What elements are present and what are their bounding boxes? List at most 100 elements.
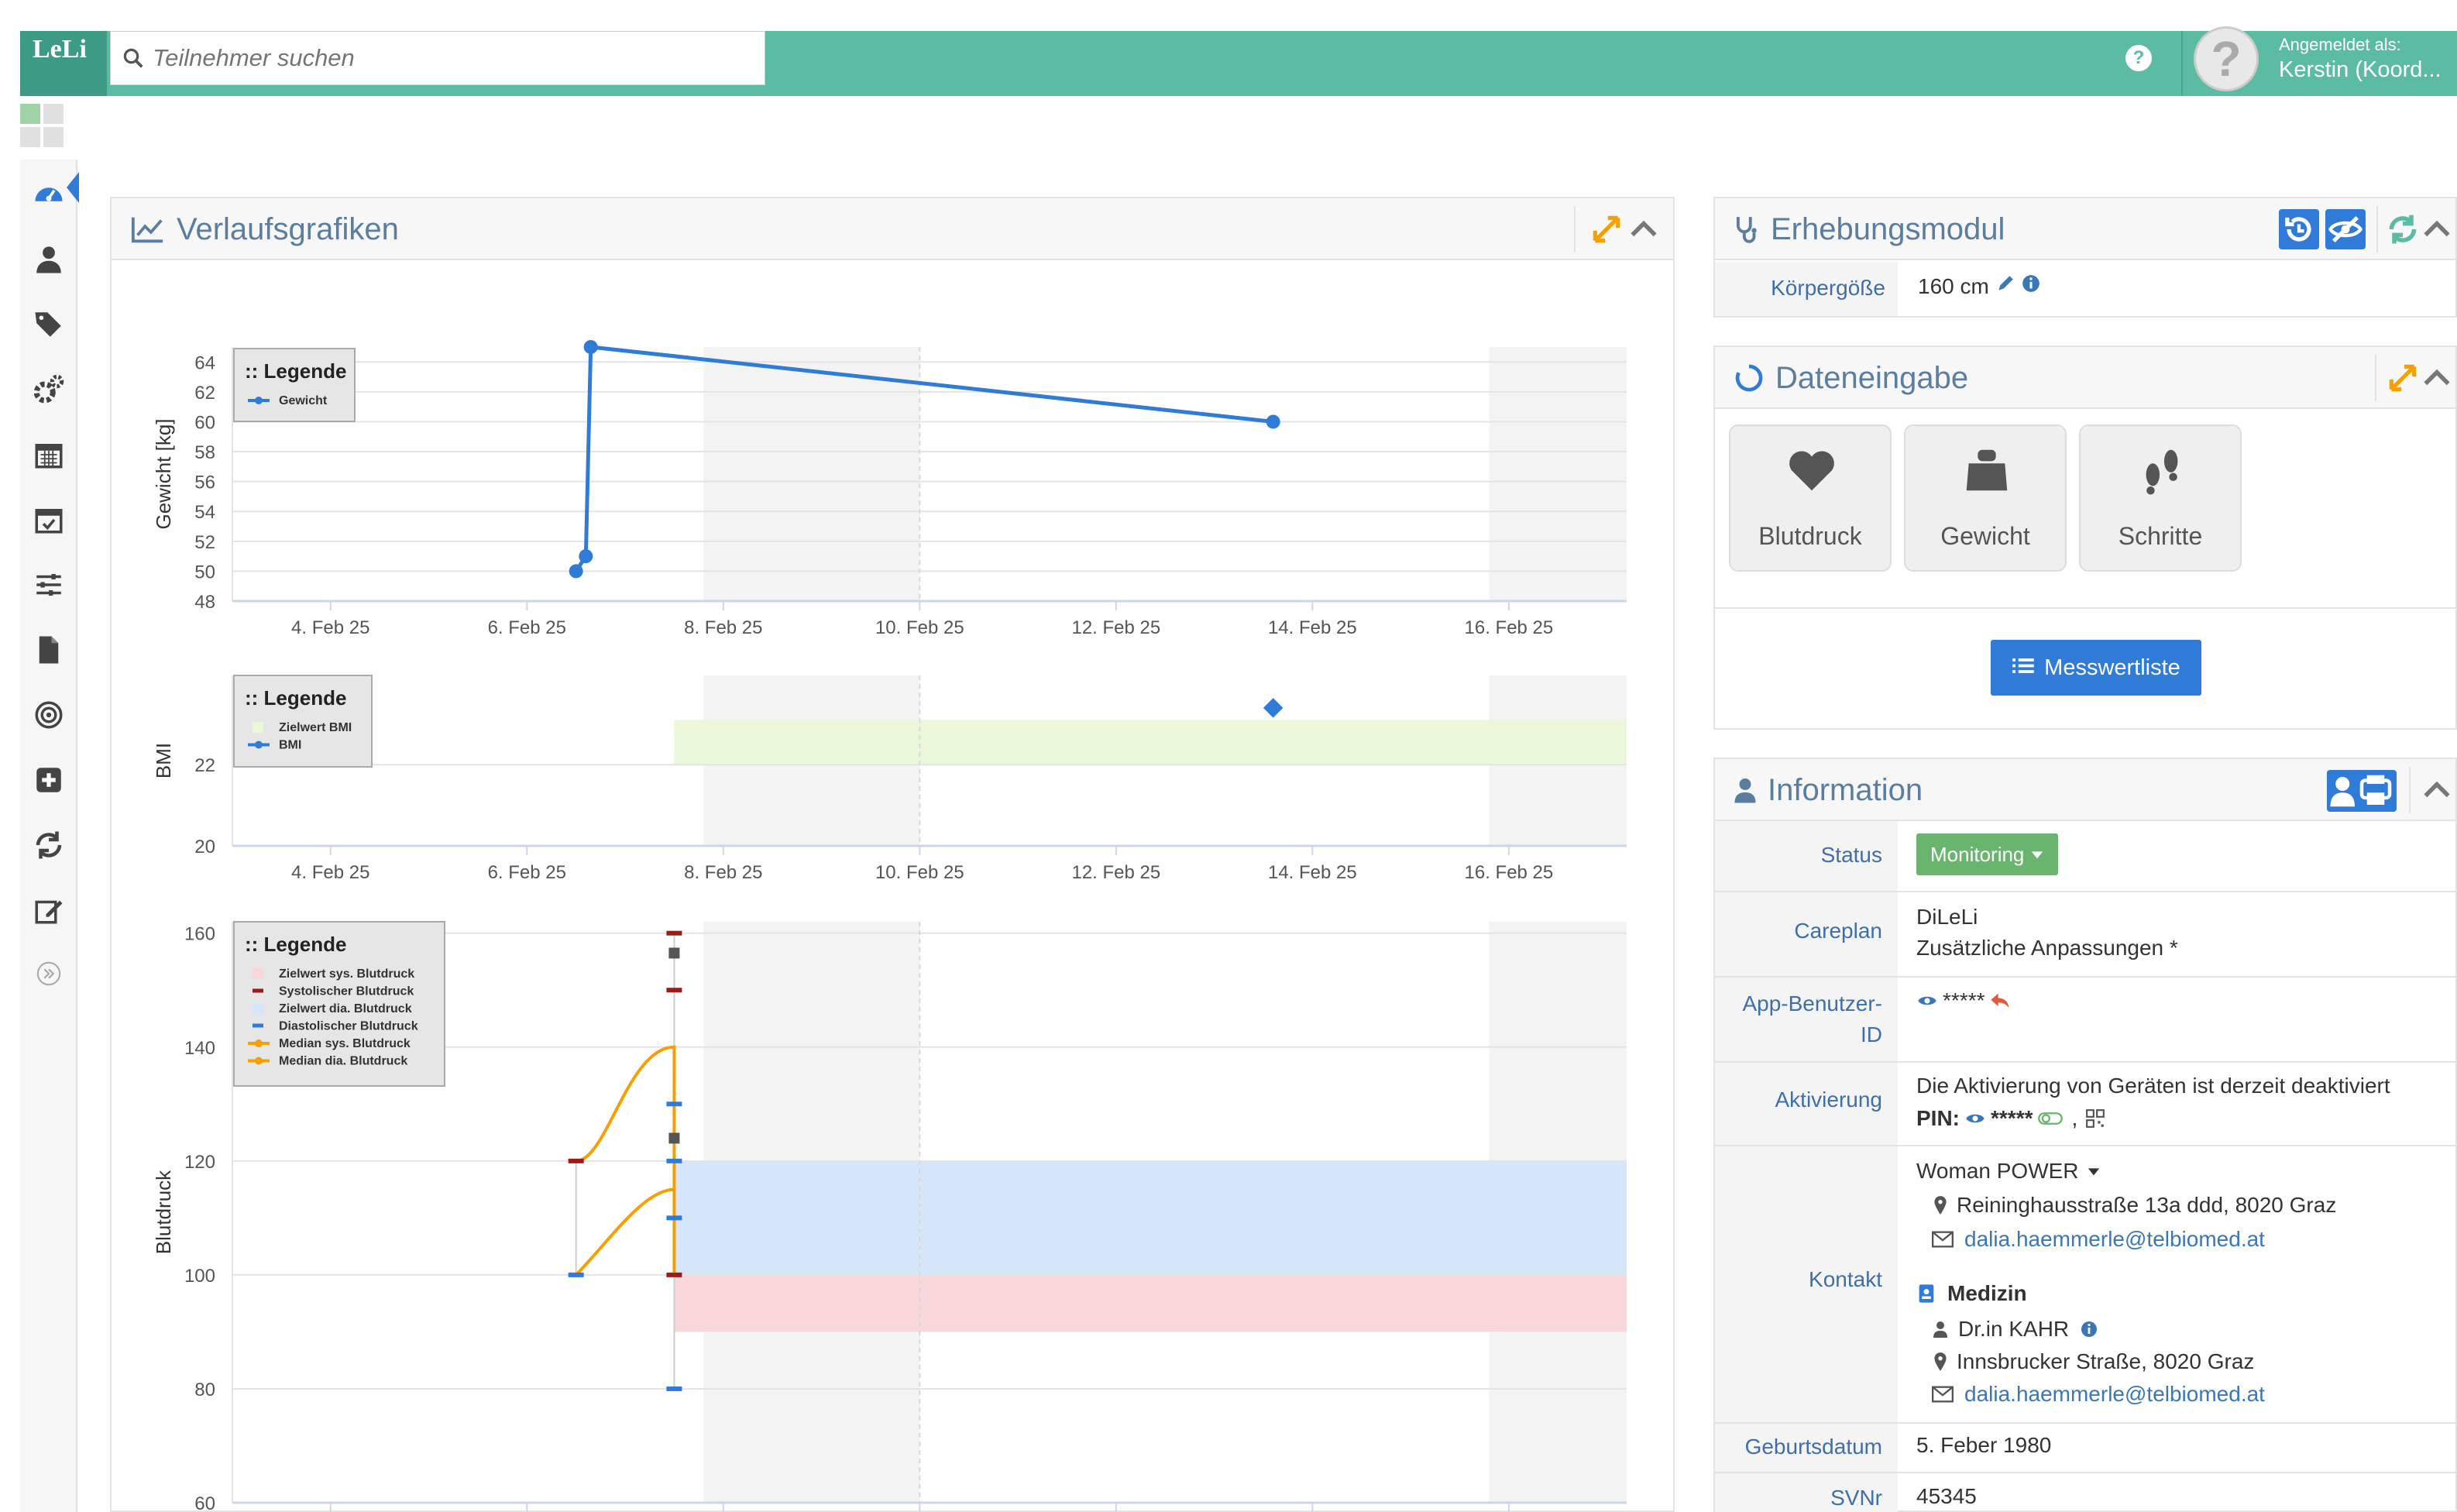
bp-legend-label: Diastolischer Blutdruck [279, 1020, 418, 1033]
gewicht-button[interactable]: Gewicht [1904, 424, 2067, 572]
systolic-marker [666, 1272, 682, 1277]
y-axis-label: BMI [152, 743, 175, 778]
bp-legend-symbol [253, 1003, 263, 1014]
careplan-value-2: Zusätzliche Anpassungen * [1916, 936, 2178, 960]
list-icon [2012, 658, 2034, 673]
messwertliste-label: Messwertliste [2044, 655, 2180, 680]
schritte-label: Schritte [2118, 522, 2203, 550]
qrcode-icon[interactable] [2085, 1108, 2105, 1129]
app-id-value: ***** [1916, 985, 2011, 1016]
print-button[interactable] [2327, 770, 2397, 812]
med-address: Innsbrucker Straße, 8020 Graz [1932, 1346, 2254, 1377]
koerper-label: Körpergöße [1771, 276, 1885, 300]
y-tick-label: 160 [184, 924, 215, 945]
y-tick-label: 100 [184, 1266, 215, 1287]
x-tick-label: 6. Feb 25 [488, 617, 566, 638]
user-icon [1734, 778, 1756, 803]
kontakt-label: Kontakt [1809, 1267, 1882, 1291]
dateneingabe-title-text: Dateneingabe [1775, 360, 1969, 395]
diastolic-marker [666, 1101, 682, 1107]
med-name-text: Dr.in KAHR [1958, 1317, 2070, 1341]
pin-masked: ***** [1991, 1106, 2033, 1130]
stethoscope-icon [1737, 217, 1757, 243]
messwertliste-button[interactable]: Messwertliste [1991, 640, 2201, 696]
information-title: Information [1734, 759, 1923, 821]
eye-icon[interactable] [1916, 990, 1938, 1012]
kontakt-address-text: Reininghausstraße 13a ddd, 8020 Graz [1957, 1193, 2337, 1217]
erhebung-header: Erhebungsmodul [1715, 198, 2455, 260]
x-tick-label: 4. Feb 25 [291, 617, 369, 638]
pencil-icon[interactable] [1995, 273, 2015, 294]
diastolic-marker [666, 1158, 682, 1163]
weight-legend-label: Gewicht [279, 394, 328, 407]
row-divider [1713, 1061, 2457, 1063]
weight-point [579, 549, 593, 564]
map-marker-icon [1934, 1196, 1947, 1215]
y-tick-label: 52 [194, 532, 215, 553]
svnr-label: SVNr [1830, 1486, 1882, 1510]
y-tick-label: 22 [194, 755, 215, 776]
app-id-masked: ***** [1943, 988, 1985, 1012]
aktivierung-text: Die Aktivierung von Geräten ist derzeit … [1916, 1074, 2390, 1098]
reply-icon[interactable] [1989, 990, 2011, 1012]
heart-icon [1789, 451, 1834, 491]
koerper-value: 160 cm [1918, 271, 2041, 302]
weight-point [1266, 414, 1280, 429]
weight-point [569, 564, 583, 579]
weight-legend-symbol [255, 397, 263, 404]
envelope-icon [1932, 1386, 1954, 1403]
info-icon[interactable] [2080, 1320, 2098, 1338]
aktivierung-label: Aktivierung [1775, 1088, 1882, 1112]
expand-icon[interactable] [2386, 361, 2420, 395]
x-tick-label: 16. Feb 25 [1465, 862, 1554, 883]
bp-legend-symbol [253, 968, 263, 979]
history-button[interactable] [2279, 209, 2319, 249]
y-axis-label: Gewicht [kg] [152, 418, 175, 529]
systolic-marker [666, 930, 682, 936]
dia-target-band [674, 1160, 1627, 1275]
geburtsdatum-value: 5. Feber 1980 [1916, 1433, 2052, 1457]
toggle-icon[interactable] [2037, 1109, 2064, 1128]
bp-legend-label: Zielwert sys. Blutdruck [279, 967, 414, 981]
row-divider [1713, 1472, 2457, 1473]
contact-card-icon [1919, 1284, 1934, 1303]
bp-legend-label: Zielwert dia. Blutdruck [279, 1002, 412, 1015]
bp-legend-symbol [253, 988, 263, 993]
eye-icon[interactable] [1964, 1108, 1986, 1129]
refresh-icon[interactable] [2386, 212, 2420, 246]
bp-legend-symbol [253, 1023, 263, 1028]
footsteps-icon [2146, 449, 2178, 495]
schritte-button[interactable]: Schritte [2079, 424, 2242, 572]
careplan-value-1: DiLeLi [1916, 905, 1978, 929]
y-tick-label: 140 [184, 1038, 215, 1059]
header-divider [2409, 767, 2411, 813]
x-tick-label: 12. Feb 25 [1071, 862, 1160, 883]
dateneingabe-header: Dateneingabe [1715, 347, 2455, 409]
med-email: dalia.haemmerle@telbiomed.at [1932, 1379, 2265, 1410]
status-dropdown[interactable]: Monitoring [1916, 833, 2059, 875]
x-tick-label: 8. Feb 25 [684, 862, 762, 883]
bmi-legend-label: BMI [279, 739, 301, 752]
kontakt-email-link[interactable]: dalia.haemmerle@telbiomed.at [1964, 1224, 2265, 1255]
collapse-icon[interactable] [2420, 361, 2454, 395]
divider [1715, 607, 2457, 609]
collapse-icon[interactable] [2420, 773, 2454, 807]
y-tick-label: 54 [194, 502, 215, 523]
y-tick-label: 60 [194, 412, 215, 433]
collapse-icon[interactable] [2420, 212, 2454, 246]
spinner-icon [1735, 364, 1763, 392]
info-icon[interactable] [2021, 273, 2041, 294]
x-tick-label: 14. Feb 25 [1268, 862, 1357, 883]
med-email-link[interactable]: dalia.haemmerle@telbiomed.at [1964, 1379, 2265, 1410]
x-tick-label: 6. Feb 25 [488, 862, 566, 883]
map-marker-icon [1934, 1352, 1947, 1371]
visibility-button[interactable] [2325, 209, 2366, 249]
bmi-target-band [674, 720, 1627, 765]
geburtsdatum-label: Geburtsdatum [1744, 1435, 1882, 1459]
kontakt-name[interactable]: Woman POWER [1916, 1156, 2101, 1187]
x-tick-label: 14. Feb 25 [1268, 617, 1357, 638]
blutdruck-button[interactable]: Blutdruck [1729, 424, 1892, 572]
x-tick-label: 16. Feb 25 [1465, 617, 1554, 638]
diastolic-marker [666, 1215, 682, 1221]
app-id-label: App-Benutzer- ID [1715, 988, 1882, 1050]
